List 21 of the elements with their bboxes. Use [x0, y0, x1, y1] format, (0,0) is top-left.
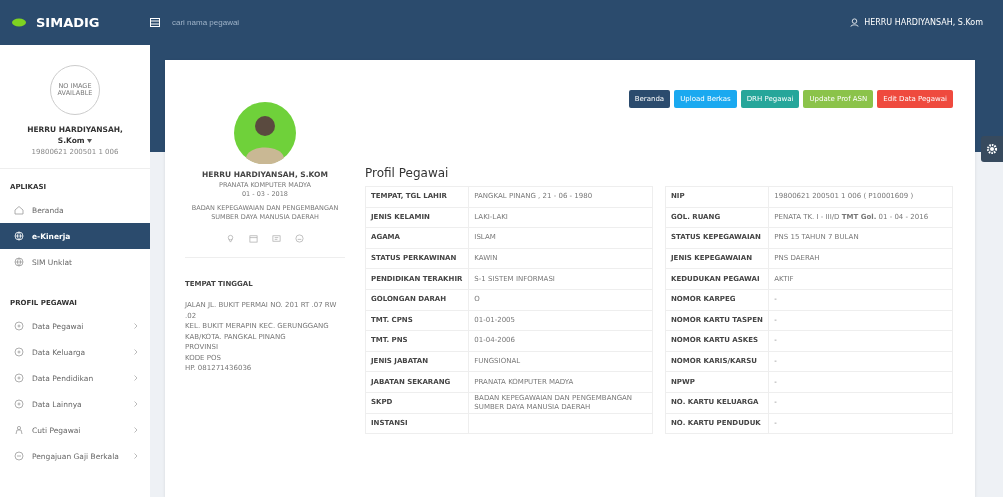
person-icon: [14, 425, 24, 435]
globe-icon: [14, 257, 24, 267]
settings-icon: [986, 143, 998, 155]
calendar-icon: [249, 234, 258, 244]
profile-photo: [234, 102, 296, 164]
circle-icon: [14, 399, 24, 409]
circle-icon: [14, 321, 24, 331]
location-pin-icon: [226, 234, 235, 244]
menu-icon[interactable]: [150, 18, 160, 27]
globe-icon: [14, 231, 24, 241]
circle-icon: [14, 373, 24, 383]
card-icon: [272, 234, 281, 244]
user-icon: [850, 18, 860, 27]
caret-icon: [87, 138, 93, 143]
circle-icon: [14, 347, 24, 357]
page-heading: Profil Pegawai: [365, 166, 450, 180]
user-menu[interactable]: HERRU HARDIYANSAH, S.Kom: [850, 18, 983, 27]
search-field[interactable]: cari nama pegawai: [170, 17, 374, 28]
brand-name: SIMADIG: [36, 15, 100, 30]
settings-tab[interactable]: [981, 136, 1003, 162]
home-icon: [14, 205, 24, 215]
